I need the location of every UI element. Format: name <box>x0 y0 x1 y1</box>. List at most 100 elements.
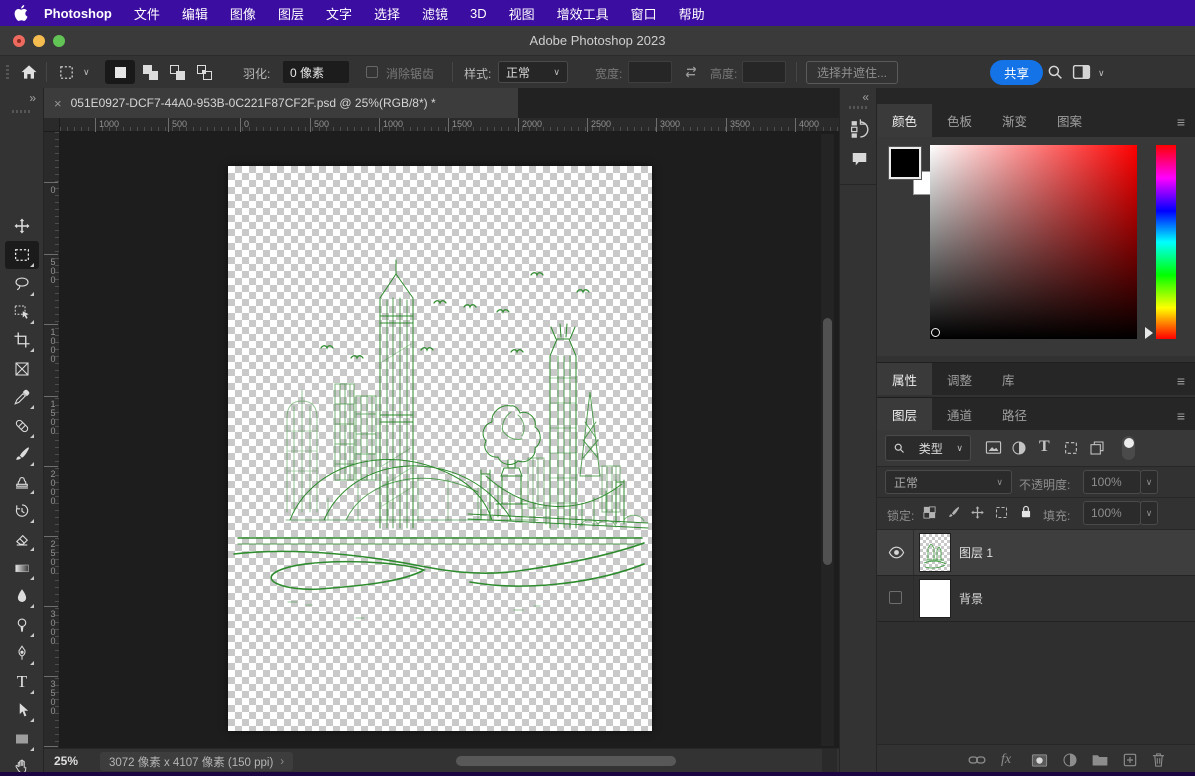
apple-menu-icon[interactable] <box>14 5 28 21</box>
close-tab-icon[interactable]: × <box>54 96 62 111</box>
healing-brush-tool[interactable] <box>13 417 31 435</box>
eyedropper-tool[interactable] <box>13 388 31 406</box>
menu-plugins[interactable]: 增效工具 <box>557 4 609 23</box>
selection-mode-add-button[interactable] <box>135 60 165 84</box>
filter-shape-layers-icon[interactable] <box>1063 440 1079 456</box>
ruler-origin-corner[interactable] <box>44 118 60 132</box>
zoom-level-field[interactable]: 25% <box>54 754 78 768</box>
menu-type[interactable]: 文字 <box>326 4 352 23</box>
tool-preset-chevron-icon[interactable]: ∨ <box>83 68 90 77</box>
swap-dimensions-icon[interactable] <box>683 64 699 83</box>
selection-mode-intersect-button[interactable] <box>189 60 219 84</box>
lock-image-pixels-icon[interactable] <box>946 505 961 520</box>
canvas-viewport[interactable] <box>60 132 839 748</box>
menu-window[interactable]: 窗口 <box>631 4 657 23</box>
tab-adjustments[interactable]: 调整 <box>932 363 987 395</box>
move-tool[interactable] <box>13 217 31 235</box>
rectangle-tool[interactable] <box>13 730 31 748</box>
layer-name[interactable]: 背景 <box>959 590 983 607</box>
menu-select[interactable]: 选择 <box>374 4 400 23</box>
vertical-scrollbar-thumb[interactable] <box>823 318 832 565</box>
fill-dropdown-chevron[interactable]: ∨ <box>1140 501 1158 525</box>
menu-edit[interactable]: 编辑 <box>182 4 208 23</box>
tab-patterns[interactable]: 图案 <box>1042 104 1097 137</box>
filter-type-layers-icon[interactable]: T <box>1039 438 1050 456</box>
layers-panel-menu-icon[interactable]: ≡ <box>1177 408 1185 424</box>
fill-value[interactable]: 100% <box>1083 501 1141 525</box>
filter-pixel-layers-icon[interactable] <box>985 440 1002 455</box>
style-dropdown[interactable]: 正常∨ <box>498 61 568 83</box>
home-button[interactable] <box>19 62 39 85</box>
brush-tool[interactable] <box>13 445 31 463</box>
tab-gradients[interactable]: 渐变 <box>987 104 1042 137</box>
layer-row-background[interactable]: 背景 <box>877 576 1195 621</box>
link-layers-icon[interactable] <box>968 753 986 767</box>
vertical-ruler[interactable]: 0 500 1000 1500 2000 2500 3000 3500 4000 <box>44 132 60 748</box>
new-group-icon[interactable] <box>1091 753 1109 767</box>
horizontal-ruler[interactable]: 1000 500 0 500 1000 1500 2000 2500 3000 … <box>60 118 839 132</box>
properties-panel-menu-icon[interactable]: ≡ <box>1177 373 1185 389</box>
opacity-dropdown-chevron[interactable]: ∨ <box>1140 470 1158 494</box>
lock-position-icon[interactable] <box>970 505 985 520</box>
clone-stamp-tool[interactable] <box>13 473 31 491</box>
menu-help[interactable]: 帮助 <box>679 4 705 23</box>
color-field[interactable] <box>930 145 1137 339</box>
crop-tool[interactable] <box>13 331 31 349</box>
layer-row-selected[interactable]: 图层 1 <box>877 530 1195 575</box>
hue-slider[interactable] <box>1156 145 1176 339</box>
frame-tool[interactable] <box>13 360 31 378</box>
height-input[interactable] <box>742 61 786 83</box>
menu-filter[interactable]: 滤镜 <box>422 4 448 23</box>
search-icon[interactable] <box>1046 63 1064 84</box>
document-tab[interactable]: × 051E0927-DCF7-44A0-953B-0C221F87CF2F.p… <box>44 88 518 118</box>
tab-libraries[interactable]: 库 <box>987 363 1030 395</box>
antialias-checkbox[interactable] <box>366 66 378 78</box>
add-layer-mask-icon[interactable] <box>1031 753 1048 768</box>
delete-layer-icon[interactable] <box>1151 752 1166 768</box>
menu-layer[interactable]: 图层 <box>278 4 304 23</box>
lock-transparent-pixels-icon[interactable] <box>922 505 937 520</box>
lock-all-icon[interactable] <box>1019 504 1033 520</box>
menu-view[interactable]: 视图 <box>509 4 535 23</box>
menu-image[interactable]: 图像 <box>230 4 256 23</box>
document-canvas[interactable] <box>228 166 652 731</box>
type-tool[interactable]: T <box>13 673 31 691</box>
color-panel-menu-icon[interactable]: ≡ <box>1177 114 1185 130</box>
opacity-value[interactable]: 100% <box>1083 470 1141 494</box>
new-adjustment-layer-icon[interactable] <box>1062 752 1078 768</box>
layer-visibility-eye-icon[interactable] <box>888 546 905 559</box>
width-input[interactable] <box>628 61 672 83</box>
hue-slider-marker[interactable] <box>1145 327 1159 339</box>
tab-channels[interactable]: 通道 <box>932 398 987 430</box>
feather-input[interactable] <box>283 61 349 83</box>
layer-thumbnail[interactable] <box>920 580 950 617</box>
filter-adjustment-layers-icon[interactable] <box>1011 440 1027 456</box>
blur-tool[interactable] <box>13 587 31 605</box>
expand-toolbar-icon[interactable]: » <box>29 91 36 105</box>
comments-panel-icon[interactable] <box>850 150 869 171</box>
document-info[interactable]: 3072 像素 x 4107 像素 (150 ppi) › <box>100 752 293 771</box>
select-and-mask-button[interactable]: 选择并遮住... <box>806 61 898 84</box>
layer-effects-icon[interactable]: fx <box>1001 752 1011 768</box>
layer-visibility-checkbox[interactable] <box>889 591 902 604</box>
share-button[interactable]: 共享 <box>990 60 1043 85</box>
tab-layers[interactable]: 图层 <box>877 398 932 430</box>
workspace-chevron-icon[interactable]: ∨ <box>1098 69 1105 78</box>
tab-paths[interactable]: 路径 <box>987 398 1042 430</box>
workspace-switcher-icon[interactable] <box>1072 64 1091 83</box>
tab-color[interactable]: 颜色 <box>877 104 932 137</box>
menu-3d[interactable]: 3D <box>470 6 487 21</box>
tab-swatches[interactable]: 色板 <box>932 104 987 137</box>
filter-smart-objects-icon[interactable] <box>1089 440 1105 456</box>
dodge-tool[interactable] <box>13 616 31 634</box>
layer-name[interactable]: 图层 1 <box>959 544 993 561</box>
tab-properties[interactable]: 属性 <box>877 363 932 395</box>
collapse-dock-icon[interactable]: « <box>862 90 869 104</box>
layer-thumbnail[interactable] <box>920 534 950 571</box>
menubar-app-name[interactable]: Photoshop <box>44 6 112 21</box>
horizontal-scrollbar-thumb[interactable] <box>456 756 676 766</box>
tool-preset-marquee-icon[interactable] <box>58 64 75 84</box>
new-layer-icon[interactable] <box>1122 752 1138 768</box>
lock-frame-icon[interactable] <box>994 505 1009 520</box>
gradient-tool[interactable] <box>13 559 31 577</box>
